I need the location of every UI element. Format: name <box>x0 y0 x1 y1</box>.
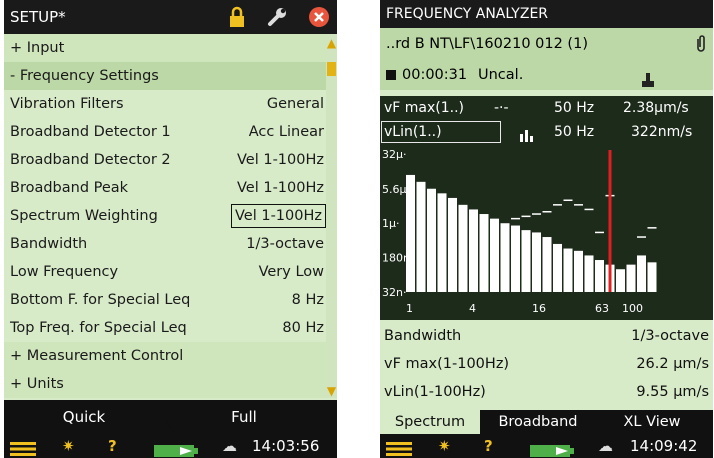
analyzer-status-bar: ✷ ? ☁ 14:09:42 <box>380 434 713 458</box>
spectrum-bar <box>511 225 520 292</box>
brightness-icon[interactable]: ✷ <box>438 434 451 458</box>
spectrum-chart-svg: 32µ· 5.6µ· 1µ· 180n· 32n· 1 4 16 63 100 <box>382 148 657 315</box>
tab-quick[interactable]: Quick <box>4 400 164 434</box>
spectrum-bar <box>584 255 594 292</box>
analyzer-screen: FREQUENCY ANALYZER ..rd B NT\LF\160210 0… <box>380 0 713 458</box>
group-measurement-control[interactable]: + Measurement Control <box>4 342 326 370</box>
battery-icon[interactable] <box>530 440 574 457</box>
analyzer-tabs: Spectrum Broadband XL View <box>380 410 713 434</box>
cloud-icon[interactable]: ☁ <box>222 434 237 458</box>
spectrum-bar <box>500 223 510 292</box>
menu-icon[interactable] <box>386 439 412 456</box>
group-frequency-settings[interactable]: - Frequency Settings <box>4 62 326 90</box>
spectrum-bar <box>574 250 583 292</box>
readout-vf-max[interactable]: vF max(1..) -·- 50 Hz 2.38µm/s <box>380 96 713 120</box>
y-tick-label: 5.6µ· <box>382 183 410 196</box>
spectrum-bar <box>469 209 478 292</box>
spectrum-bar <box>437 193 447 292</box>
summary-bandwidth: Bandwidth 1/3-octave <box>380 324 713 348</box>
y-tick-label: 32n· <box>382 286 406 299</box>
x-tick-label: 16 <box>532 302 546 315</box>
spectrum-chart[interactable]: 32µ· 5.6µ· 1µ· 180n· 32n· 1 4 16 63 100 <box>380 144 713 320</box>
setup-status-bar: ✷ ? ☁ 14:03:56 <box>4 434 337 458</box>
help-icon[interactable]: ? <box>484 434 493 458</box>
group-input[interactable]: + Input <box>4 34 326 62</box>
spectrum-bar <box>521 230 531 292</box>
clock-time: 14:03:56 <box>252 437 320 455</box>
setup-list: + Input - Frequency Settings Vibration F… <box>4 34 326 398</box>
scroll-thumb[interactable] <box>327 62 336 76</box>
setting-broadband-peak[interactable]: Broadband Peak Vel 1-100Hz <box>4 174 326 202</box>
spectrum-bar <box>637 255 646 292</box>
spectrum-bar <box>626 264 636 292</box>
clock-time: 14:09:42 <box>630 437 698 455</box>
spectrum-bar <box>647 262 657 292</box>
setting-top-freq-special-leq[interactable]: Top Freq. for Special Leq 80 Hz <box>4 314 326 342</box>
x-tick-label: 1 <box>406 302 413 315</box>
close-icon[interactable] <box>308 6 330 28</box>
tab-full[interactable]: Full <box>174 400 314 434</box>
summary-vf-max: vF max(1-100Hz) 26.2 µm/s <box>380 352 713 376</box>
setup-title-bar: SETUP* <box>4 0 337 34</box>
menu-icon[interactable] <box>10 439 36 456</box>
brightness-icon[interactable]: ✷ <box>62 434 75 458</box>
spectrum-bar <box>458 204 468 292</box>
y-tick-label: 1µ· <box>382 217 400 230</box>
stop-icon[interactable] <box>386 70 396 80</box>
setting-low-frequency[interactable]: Low Frequency Very Low <box>4 258 326 286</box>
spectrum-bar <box>553 243 562 292</box>
setup-tabs: Quick Full <box>4 400 337 434</box>
elapsed-time: 00:00:31 <box>402 67 468 83</box>
usb-icon[interactable] <box>642 68 654 98</box>
scroll-down-icon[interactable]: ▼ <box>326 384 337 398</box>
setup-screen: SETUP* + Input - Frequency Settings Vibr… <box>4 0 337 458</box>
setting-vibration-filters[interactable]: Vibration Filters General <box>4 90 326 118</box>
analyzer-title-bar: FREQUENCY ANALYZER <box>380 0 713 28</box>
cloud-icon[interactable]: ☁ <box>598 434 613 458</box>
x-tick-label: 4 <box>469 302 476 315</box>
scroll-up-icon[interactable]: ▲ <box>326 36 337 50</box>
y-tick-label: 32µ· <box>382 148 407 161</box>
spectrum-bar <box>616 269 625 292</box>
readout-vlin[interactable]: vLin(1..) 50 Hz 322nm/s <box>380 120 713 144</box>
spectrum-bar <box>427 188 436 292</box>
selected-readout-parameter[interactable]: vLin(1..) <box>381 121 501 143</box>
spectrum-weighting-selected-value[interactable]: Vel 1-100Hz <box>231 204 326 228</box>
tab-spectrum[interactable]: Spectrum <box>380 410 480 434</box>
setup-title: SETUP* <box>10 8 66 26</box>
spectrum-bar <box>479 214 489 292</box>
setting-bottom-freq-special-leq[interactable]: Bottom F. for Special Leq 8 Hz <box>4 286 326 314</box>
spectrum-bar <box>532 232 541 292</box>
spectrum-bar <box>542 237 552 292</box>
file-path: ..rd B NT\LF\160210 012 (1) <box>386 36 588 52</box>
lock-icon[interactable] <box>226 6 248 28</box>
help-icon[interactable]: ? <box>108 434 117 458</box>
setting-broadband-detector-1[interactable]: Broadband Detector 1 Acc Linear <box>4 118 326 146</box>
spectrum-bar <box>448 197 457 292</box>
spectrum-bar <box>595 260 604 292</box>
setting-spectrum-weighting[interactable]: Spectrum Weighting Vel 1-100Hz <box>4 202 326 230</box>
setting-broadband-detector-2[interactable]: Broadband Detector 2 Vel 1-100Hz <box>4 146 326 174</box>
tab-broadband[interactable]: Broadband <box>488 410 588 434</box>
spectrum-bar <box>416 181 426 292</box>
wrench-icon[interactable] <box>266 6 288 28</box>
group-units[interactable]: + Units <box>4 370 326 398</box>
measurement-status-bar: 00:00:31 Uncal. <box>380 60 713 90</box>
spectrum-bar <box>563 248 573 292</box>
file-path-bar[interactable]: ..rd B NT\LF\160210 012 (1) <box>380 28 713 60</box>
summary-vlin: vLin(1-100Hz) 9.55 µm/s <box>380 380 713 404</box>
y-tick-label: 180n· <box>382 251 413 264</box>
x-tick-label: 100 <box>622 302 643 315</box>
scrollbar[interactable]: ▲ ▼ <box>326 34 337 398</box>
analyzer-title: FREQUENCY ANALYZER <box>386 6 549 22</box>
setting-bandwidth[interactable]: Bandwidth 1/3-octave <box>4 230 326 258</box>
spectrum-bar <box>490 218 499 292</box>
calibration-status: Uncal. <box>478 67 524 83</box>
tab-xl-view[interactable]: XL View <box>602 410 702 434</box>
readout-marker: -·- <box>494 100 509 116</box>
x-tick-label: 63 <box>595 302 609 315</box>
battery-icon[interactable] <box>154 440 198 457</box>
